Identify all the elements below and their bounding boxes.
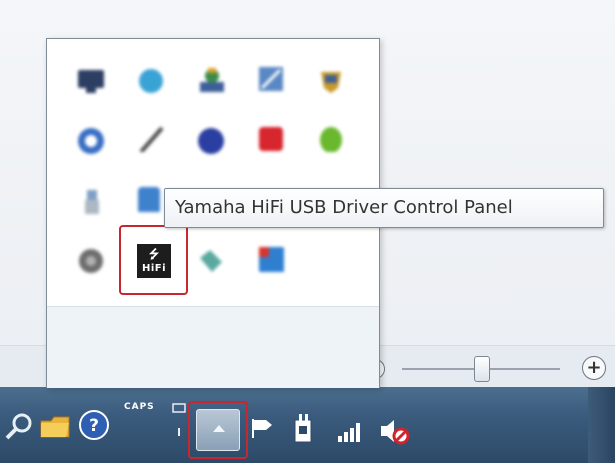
hifi-icon-highlight [119, 225, 188, 295]
tooltip: Yamaha HiFi USB Driver Control Panel [164, 188, 604, 228]
image-icon[interactable] [256, 64, 284, 92]
teal-icon[interactable] [196, 246, 224, 274]
signal-icon[interactable] [336, 418, 366, 444]
network-icon[interactable] [196, 64, 224, 92]
blue-app-icon[interactable] [256, 244, 284, 272]
blue-device-icon[interactable] [134, 184, 162, 212]
sync-icon[interactable] [76, 126, 104, 154]
gear-icon[interactable] [76, 246, 104, 274]
show-hidden-icons-highlight [188, 401, 248, 459]
hidden-icons-popup-footer [47, 306, 379, 388]
globe-icon[interactable] [136, 66, 164, 94]
red-square-icon[interactable] [256, 124, 284, 152]
volume-muted-icon[interactable] [378, 415, 412, 447]
blue-circle-icon[interactable] [196, 126, 224, 154]
shield-icon[interactable] [316, 66, 344, 94]
flag-icon[interactable] [250, 416, 276, 440]
usb-stick-icon[interactable] [80, 186, 108, 214]
caps-lock-indicator: CAPS [124, 402, 155, 412]
show-desktop-button[interactable] [588, 387, 615, 463]
monitor-icon[interactable] [76, 66, 104, 94]
help-icon[interactable]: ? [78, 409, 110, 441]
zoom-plus-button[interactable]: + [582, 356, 606, 380]
green-shield-icon[interactable] [316, 124, 344, 152]
zoom-slider-thumb[interactable] [474, 356, 490, 382]
pen-icon[interactable] [136, 124, 164, 152]
power-icon[interactable] [290, 412, 318, 446]
help-glyph: ? [89, 416, 99, 436]
folder-icon[interactable] [38, 411, 72, 441]
search-icon[interactable] [2, 409, 36, 443]
keyboard-icon[interactable] [170, 402, 188, 438]
